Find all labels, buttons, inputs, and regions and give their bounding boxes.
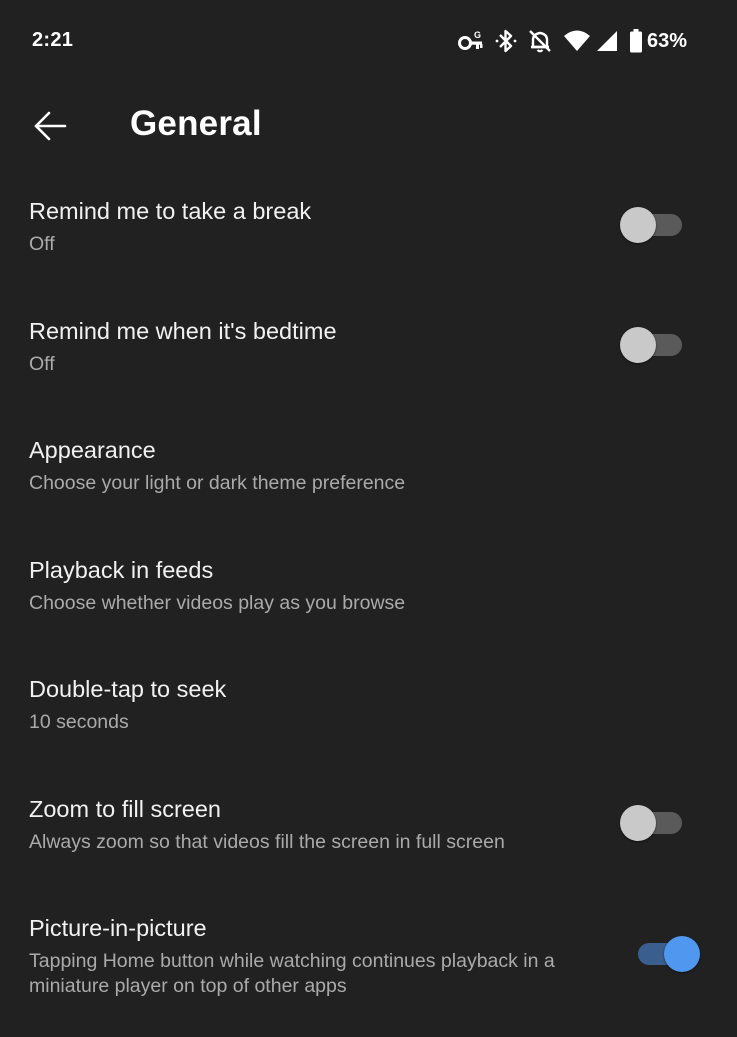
svg-text:G: G [474,30,481,40]
setting-subtitle: Choose your light or dark theme preferen… [29,472,406,494]
status-icons: G 63% [447,26,687,56]
setting-title: Appearance [29,437,156,463]
notifications-off-icon [527,28,553,54]
setting-picture-in-picture[interactable]: Picture-in-picture Tapping Home button w… [0,897,737,1037]
take-a-break-toggle[interactable] [620,206,684,243]
setting-title: Remind me to take a break [29,198,312,224]
status-bar: 2:21 G 63% [0,0,737,80]
toggle-thumb [620,207,656,243]
app-bar: General [0,90,737,160]
setting-subtitle: Off [29,233,55,255]
setting-subtitle: Tapping Home button while watching conti… [29,950,555,997]
setting-title: Picture-in-picture [29,915,207,941]
setting-subtitle: Choose whether videos play as you browse [29,591,406,614]
picture-in-picture-toggle[interactable] [638,935,700,972]
status-time: 2:21 [32,29,74,51]
arrow-back-icon [34,111,67,141]
bedtime-reminder-toggle[interactable] [620,326,684,363]
setting-appearance[interactable]: Appearance Choose your light or dark the… [0,419,737,539]
setting-zoom-to-fill-screen[interactable]: Zoom to fill screen Always zoom so that … [0,778,737,898]
wifi-icon [563,29,591,53]
settings-list: Remind me to take a break Off Remind me … [0,180,737,1037]
setting-playback-in-feeds[interactable]: Playback in feeds Choose whether videos … [0,539,737,659]
setting-bedtime-reminder[interactable]: Remind me when it's bedtime Off [0,300,737,420]
setting-subtitle: 10 seconds [29,711,129,733]
back-button[interactable] [26,102,74,150]
setting-title: Playback in feeds [29,556,214,583]
setting-subtitle: Off [29,352,55,375]
battery-icon [629,28,643,54]
page-title: General [130,104,262,143]
vpn-key-icon: G [457,28,485,54]
setting-take-a-break[interactable]: Remind me to take a break Off [0,180,737,300]
toggle-thumb [620,326,656,363]
toggle-thumb [620,804,656,841]
setting-title: Remind me when it's bedtime [29,317,337,344]
cell-signal-icon [595,29,619,53]
setting-subtitle: Always zoom so that videos fill the scre… [29,830,505,853]
setting-double-tap-to-seek[interactable]: Double-tap to seek 10 seconds [0,658,737,778]
toggle-thumb [664,936,700,972]
setting-title: Zoom to fill screen [29,795,221,822]
zoom-to-fill-toggle[interactable] [620,804,684,841]
bluetooth-icon [495,28,517,54]
setting-title: Double-tap to seek [29,676,227,702]
battery-percentage: 63% [646,29,687,52]
